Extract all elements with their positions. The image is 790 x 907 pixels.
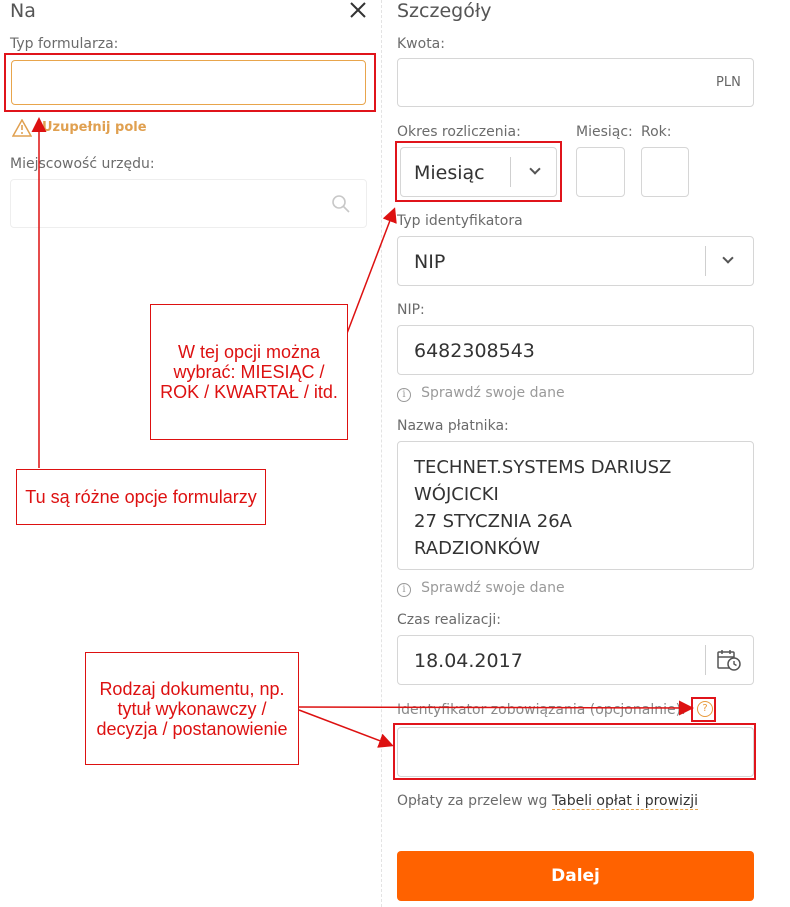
annotation-arrows xyxy=(31,117,694,748)
arrow-obligation xyxy=(298,709,394,748)
period-note: W tej opcji można wybrać: MIESIĄC / ROK … xyxy=(150,304,348,440)
form-note: Tu są różne opcje formularzy xyxy=(16,469,266,525)
arrow-period xyxy=(345,207,397,337)
arrow-help xyxy=(298,700,694,716)
doc-note: Rodzaj dokumentu, np. tytuł wykonawczy /… xyxy=(85,652,299,765)
